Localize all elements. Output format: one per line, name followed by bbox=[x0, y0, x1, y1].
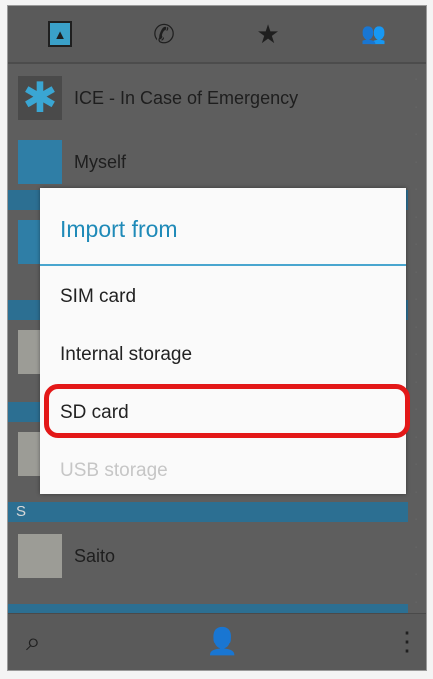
option-usb-storage: USB storage bbox=[60, 460, 168, 481]
option-sim-card[interactable]: SIM card bbox=[60, 286, 136, 308]
screenshot-frame: ▲ ✆ ★ 👥 ✱ ICE - In Case of Emergency Mys bbox=[0, 0, 433, 679]
tab-bar: ▲ ✆ ★ 👥 bbox=[8, 6, 426, 64]
sd-card-highlight bbox=[44, 384, 410, 438]
option-internal-storage[interactable]: Internal storage bbox=[60, 344, 192, 366]
contacts-tab-icon: ▲ bbox=[48, 21, 72, 47]
import-from-dialog: Import from SIM card Internal storage SD… bbox=[40, 188, 406, 494]
tab-contacts[interactable]: ▲ bbox=[8, 6, 112, 62]
bottom-action-bar: ⌕ 👤 ⋮ bbox=[8, 613, 426, 670]
person-icon bbox=[18, 140, 62, 184]
contact-name: Myself bbox=[74, 151, 127, 172]
overflow-menu-icon[interactable]: ⋮ bbox=[394, 626, 420, 657]
contact-row-saito[interactable]: Saito bbox=[8, 528, 408, 584]
dialog-title: Import from bbox=[60, 216, 178, 242]
contact-name: ICE - In Case of Emergency bbox=[74, 87, 299, 108]
section-letter: S bbox=[16, 503, 27, 520]
dialog-divider bbox=[40, 264, 406, 266]
phone-screen: ▲ ✆ ★ 👥 ✱ ICE - In Case of Emergency Mys bbox=[7, 5, 427, 671]
star-icon: ★ bbox=[256, 19, 280, 49]
phone-icon: ✆ bbox=[153, 19, 175, 49]
contact-row-myself[interactable]: Myself bbox=[8, 134, 408, 190]
alphabet-index-scrollbar[interactable]: · · · · · · · · · · · · · · · · · · · · bbox=[408, 76, 424, 606]
contact-row-ice[interactable]: ✱ ICE - In Case of Emergency bbox=[8, 70, 408, 126]
group-icon: 👥 bbox=[361, 23, 386, 45]
contact-name: Saito bbox=[74, 545, 116, 566]
avatar bbox=[18, 534, 62, 578]
section-header-s: S bbox=[8, 502, 408, 522]
add-contact-icon[interactable]: 👤 bbox=[206, 626, 238, 657]
search-icon[interactable]: ⌕ bbox=[26, 626, 41, 658]
tab-groups[interactable]: 👥 bbox=[320, 6, 424, 62]
avatar: ✱ bbox=[18, 76, 62, 120]
tab-call-log[interactable]: ✆ bbox=[112, 6, 216, 62]
medical-star-icon: ✱ bbox=[22, 74, 58, 121]
tab-favorites[interactable]: ★ bbox=[216, 6, 320, 62]
